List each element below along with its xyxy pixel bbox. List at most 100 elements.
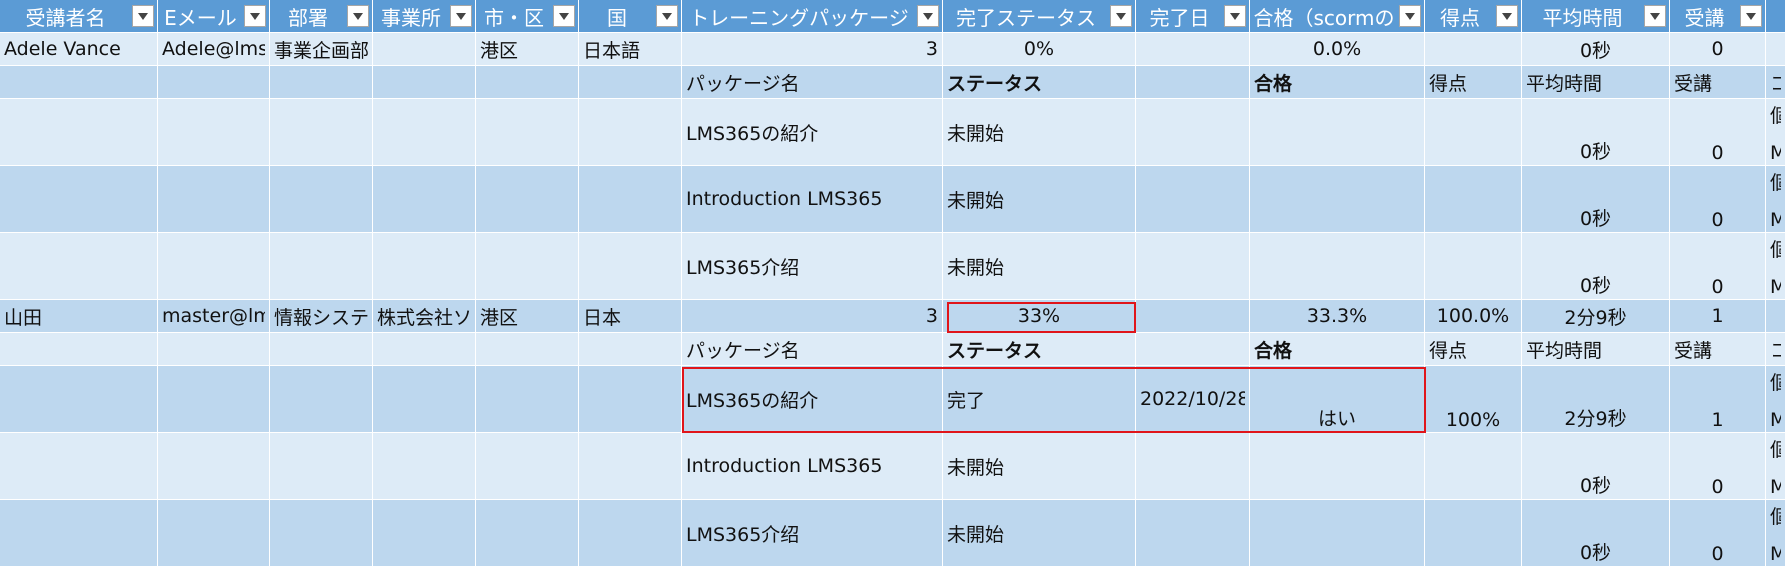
table-cell[interactable]: 100.0% (1425, 300, 1522, 333)
table-cell[interactable] (373, 500, 476, 567)
table-cell[interactable] (1250, 166, 1425, 233)
table-cell[interactable]: 個M (1766, 500, 1786, 567)
table-cell[interactable]: 受講 (1670, 66, 1766, 99)
table-cell[interactable] (158, 166, 270, 233)
column-header[interactable]: 事業所 (373, 0, 476, 33)
table-cell[interactable]: LMS365介绍 (682, 233, 943, 300)
table-cell[interactable] (579, 500, 682, 567)
table-cell[interactable]: 0 (1670, 500, 1766, 567)
table-cell[interactable]: 日本語 (579, 33, 682, 66)
table-cell[interactable]: Introduction LMS365 (682, 433, 943, 500)
table-cell[interactable] (1136, 500, 1250, 567)
table-cell[interactable] (1136, 233, 1250, 300)
table-cell[interactable] (158, 500, 270, 567)
table-cell[interactable]: 0 (1670, 233, 1766, 300)
table-cell[interactable] (1250, 233, 1425, 300)
table-cell[interactable]: はい (1250, 366, 1425, 433)
column-header[interactable] (1766, 0, 1786, 33)
table-cell[interactable] (1250, 433, 1425, 500)
table-cell[interactable]: 合格 (1250, 333, 1425, 366)
table-cell[interactable] (476, 66, 579, 99)
table-cell[interactable] (1250, 500, 1425, 567)
column-header[interactable]: 国 (579, 0, 682, 33)
column-header[interactable]: 平均時間 (1522, 0, 1670, 33)
table-cell[interactable] (373, 166, 476, 233)
table-cell[interactable]: 得点 (1425, 66, 1522, 99)
table-cell[interactable]: 3 (682, 300, 943, 333)
table-cell[interactable]: 1 (1670, 366, 1766, 433)
filter-dropdown-icon[interactable] (553, 5, 575, 27)
table-cell[interactable]: 33% (943, 300, 1136, 333)
table-cell[interactable]: 0秒 (1522, 33, 1670, 66)
table-cell[interactable] (158, 366, 270, 433)
table-cell[interactable]: 個M (1766, 233, 1786, 300)
table-cell[interactable] (579, 99, 682, 166)
table-cell[interactable] (373, 333, 476, 366)
table-cell[interactable] (579, 366, 682, 433)
table-cell[interactable]: 平均時間 (1522, 66, 1670, 99)
table-cell[interactable] (270, 66, 373, 99)
table-cell[interactable] (158, 433, 270, 500)
table-cell[interactable] (0, 500, 158, 567)
table-cell[interactable] (1425, 433, 1522, 500)
table-cell[interactable] (579, 66, 682, 99)
table-cell[interactable]: 個M (1766, 433, 1786, 500)
table-cell[interactable] (270, 166, 373, 233)
filter-dropdown-icon[interactable] (1644, 5, 1666, 27)
column-header[interactable]: 受講 (1670, 0, 1766, 33)
table-cell[interactable]: 0秒 (1522, 99, 1670, 166)
table-cell[interactable] (373, 366, 476, 433)
table-cell[interactable] (579, 433, 682, 500)
table-cell[interactable] (270, 333, 373, 366)
table-cell[interactable]: 0 (1670, 166, 1766, 233)
table-cell[interactable] (1766, 300, 1786, 333)
table-cell[interactable]: 個M (1766, 166, 1786, 233)
table-cell[interactable]: 完了 (943, 366, 1136, 433)
table-cell[interactable]: 0秒 (1522, 433, 1670, 500)
table-cell[interactable] (1136, 333, 1250, 366)
table-cell[interactable] (270, 500, 373, 567)
table-cell[interactable]: 得点 (1425, 333, 1522, 366)
table-cell[interactable]: 山田 (0, 300, 158, 333)
table-cell[interactable] (270, 366, 373, 433)
table-cell[interactable]: 受講 (1670, 333, 1766, 366)
column-header[interactable]: 市・区 (476, 0, 579, 33)
table-cell[interactable]: 日本 (579, 300, 682, 333)
table-cell[interactable] (0, 333, 158, 366)
table-cell[interactable]: 港区 (476, 33, 579, 66)
column-header[interactable]: 合格（scormの (1250, 0, 1425, 33)
table-cell[interactable]: 2分9秒 (1522, 300, 1670, 333)
table-cell[interactable] (270, 99, 373, 166)
table-cell[interactable] (0, 433, 158, 500)
table-cell[interactable] (373, 433, 476, 500)
table-cell[interactable]: Adele Vance (0, 33, 158, 66)
filter-dropdown-icon[interactable] (1224, 5, 1246, 27)
filter-dropdown-icon[interactable] (1740, 5, 1762, 27)
table-cell[interactable]: パッケージ名 (682, 333, 943, 366)
table-cell[interactable]: 未開始 (943, 99, 1136, 166)
filter-dropdown-icon[interactable] (1399, 5, 1421, 27)
table-cell[interactable]: master@lms365.jp (158, 300, 270, 333)
table-cell[interactable]: Adele@lms365.jp (158, 33, 270, 66)
column-header[interactable]: 完了ステータス (943, 0, 1136, 33)
table-cell[interactable]: 0秒 (1522, 233, 1670, 300)
table-cell[interactable] (373, 66, 476, 99)
table-cell[interactable]: 個M (1766, 99, 1786, 166)
filter-dropdown-icon[interactable] (1110, 5, 1132, 27)
table-cell[interactable] (476, 366, 579, 433)
table-cell[interactable]: 個M (1766, 366, 1786, 433)
filter-dropdown-icon[interactable] (347, 5, 369, 27)
table-cell[interactable] (476, 233, 579, 300)
table-cell[interactable] (1425, 166, 1522, 233)
table-cell[interactable]: ステータス (943, 333, 1136, 366)
table-cell[interactable]: 未開始 (943, 233, 1136, 300)
table-cell[interactable]: LMS365介绍 (682, 500, 943, 567)
table-cell[interactable] (1136, 66, 1250, 99)
filter-dropdown-icon[interactable] (132, 5, 154, 27)
column-header[interactable]: 受講者名 (0, 0, 158, 33)
table-cell[interactable] (1136, 33, 1250, 66)
table-cell[interactable] (476, 433, 579, 500)
table-cell[interactable]: LMS365の紹介 (682, 366, 943, 433)
table-cell[interactable]: 2分9秒 (1522, 366, 1670, 433)
filter-dropdown-icon[interactable] (917, 5, 939, 27)
